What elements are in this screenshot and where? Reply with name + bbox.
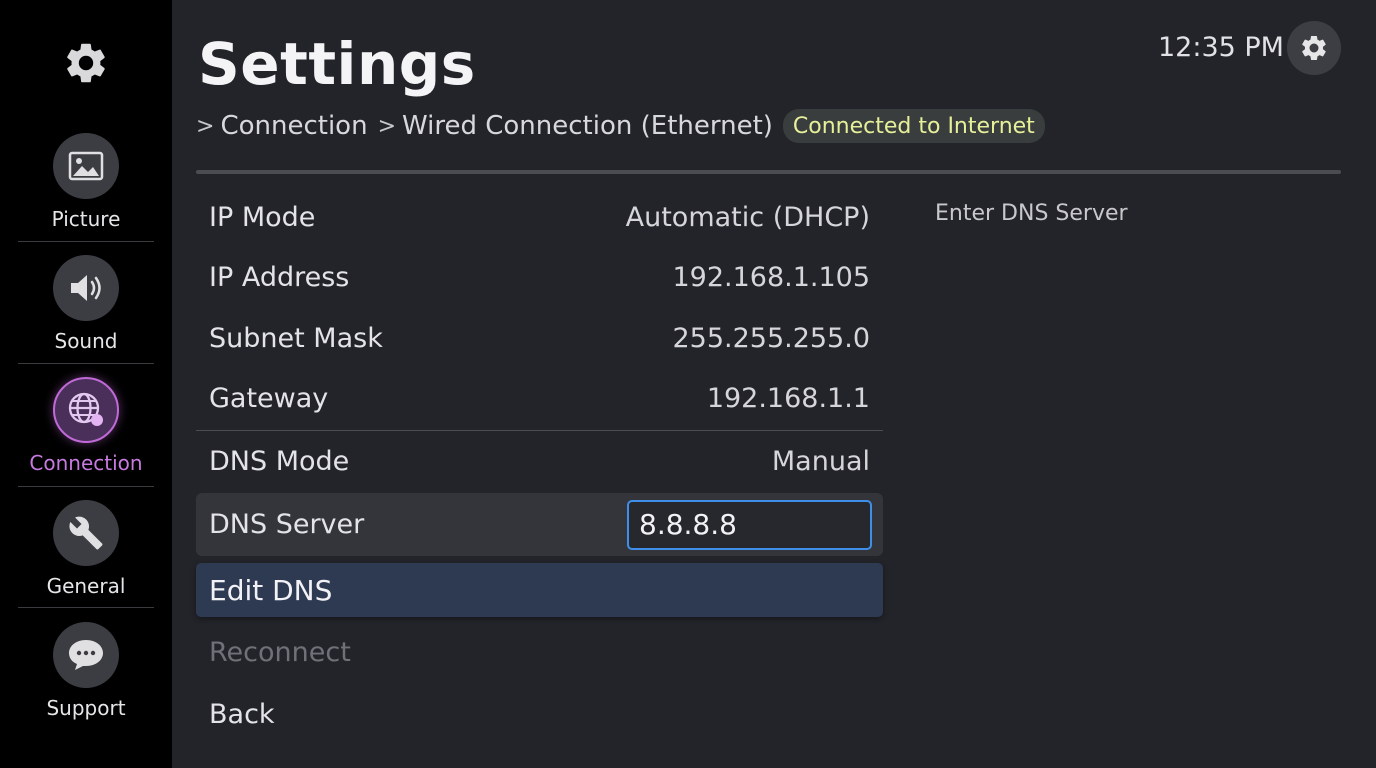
settings-gear-icon — [61, 38, 111, 88]
wrench-icon — [53, 500, 119, 566]
page-title: Settings — [198, 30, 476, 98]
sidebar-divider — [18, 486, 154, 487]
dns-server-input[interactable] — [627, 499, 872, 550]
ip-address-row[interactable]: IP Address 192.168.1.105 — [196, 248, 883, 306]
breadcrumb-separator: > — [377, 113, 396, 139]
breadcrumb-item-wired-connection: Wired Connection (Ethernet) — [402, 111, 773, 141]
gateway-label: Gateway — [209, 382, 329, 414]
breadcrumb-item-connection[interactable]: Connection — [220, 111, 367, 141]
subnet-mask-label: Subnet Mask — [209, 322, 383, 354]
edit-dns-label: Edit DNS — [209, 573, 333, 607]
reconnect-button[interactable]: Reconnect — [196, 623, 883, 681]
sidebar-item-label: Connection — [29, 451, 143, 475]
status-badge: Connected to Internet — [782, 109, 1045, 143]
sidebar-item-label: General — [46, 574, 126, 598]
sidebar-item-label: Sound — [54, 329, 118, 353]
help-text: Enter DNS Server — [935, 201, 1128, 226]
gateway-row[interactable]: Gateway 192.168.1.1 — [196, 369, 883, 427]
globe-icon — [53, 377, 119, 443]
ip-mode-label: IP Mode — [209, 201, 316, 233]
sidebar-item-label: Picture — [51, 207, 121, 231]
subnet-mask-row[interactable]: Subnet Mask 255.255.255.0 — [196, 309, 883, 367]
sidebar-divider — [18, 607, 154, 608]
dns-server-label: DNS Server — [209, 509, 365, 540]
dns-server-row[interactable]: DNS Server — [196, 493, 883, 556]
header-divider — [196, 170, 1341, 174]
sidebar-item-label: Support — [46, 696, 126, 720]
ip-mode-row[interactable]: IP Mode Automatic (DHCP) — [196, 188, 883, 246]
sidebar-item-sound[interactable]: Sound — [18, 243, 154, 365]
section-divider — [196, 430, 883, 431]
picture-icon — [53, 133, 119, 199]
reconnect-label: Reconnect — [209, 636, 351, 668]
ip-mode-value: Automatic (DHCP) — [625, 201, 870, 233]
ip-address-label: IP Address — [209, 261, 350, 293]
speaker-icon — [53, 255, 119, 321]
settings-button[interactable] — [1287, 21, 1341, 75]
gateway-value: 192.168.1.1 — [706, 382, 870, 414]
gear-icon — [1302, 35, 1326, 61]
dns-mode-row[interactable]: DNS Mode Manual — [196, 432, 883, 490]
sidebar-item-picture[interactable]: Picture — [18, 121, 154, 243]
edit-dns-button[interactable]: Edit DNS — [196, 563, 883, 617]
breadcrumb: > Connection > Wired Connection (Etherne… — [196, 108, 1045, 144]
subnet-mask-value: 255.255.255.0 — [672, 322, 870, 354]
dns-mode-label: DNS Mode — [209, 445, 350, 477]
breadcrumb-separator: > — [196, 113, 215, 139]
sidebar: Picture Sound Connection General Support — [0, 0, 172, 768]
ip-address-value: 192.168.1.105 — [672, 261, 870, 293]
sidebar-item-connection[interactable]: Connection — [18, 365, 154, 487]
chat-bubble-icon — [53, 622, 119, 688]
sidebar-item-support[interactable]: Support — [18, 610, 154, 732]
sidebar-divider — [18, 241, 154, 242]
back-button[interactable]: Back — [196, 685, 883, 743]
clock: 12:35 PM — [1158, 32, 1284, 63]
sidebar-item-general[interactable]: General — [18, 488, 154, 610]
back-label: Back — [209, 698, 275, 730]
sidebar-divider — [18, 363, 154, 364]
dns-mode-value: Manual — [771, 445, 870, 477]
